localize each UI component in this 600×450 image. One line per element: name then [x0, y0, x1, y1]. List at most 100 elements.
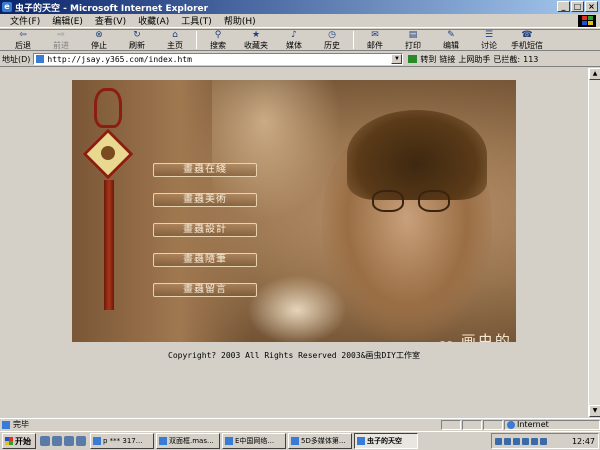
portrait-hair: [347, 110, 487, 200]
scroll-up-button[interactable]: ▲: [589, 68, 600, 80]
tray-icon[interactable]: [513, 437, 520, 445]
stop-icon: ⊗: [95, 29, 103, 40]
popup-blocker-label: 已拦截:: [493, 54, 521, 64]
tray-icon[interactable]: [522, 437, 529, 445]
banner-cloud: [247, 275, 347, 342]
copyright-text: Copyright? 2003 All Rights Reserved 2003…: [168, 351, 420, 360]
title-bar: e 虫子的天空 - Microsoft Internet Explorer _ …: [0, 0, 600, 14]
app-quicklaunch-icon[interactable]: [76, 436, 86, 446]
favorites-button[interactable]: ★ 收藏夹: [237, 30, 275, 51]
address-extras: 转到 链接 上网助手 已拦截: 113: [408, 54, 538, 65]
refresh-button[interactable]: ↻ 刷新: [118, 30, 156, 51]
menu-favorites[interactable]: 收藏(A): [132, 14, 175, 27]
status-cell: [462, 419, 482, 430]
site-title: -- 画虫的天空 --: [440, 332, 512, 342]
knot-tassel: [104, 180, 114, 310]
online-helper-button[interactable]: 上网助手: [458, 54, 490, 65]
vertical-scrollbar[interactable]: ▲ ▼: [588, 68, 600, 417]
app-icon: [225, 437, 233, 445]
status-cell: [483, 419, 503, 430]
minimize-button[interactable]: _: [557, 1, 570, 12]
nav-art[interactable]: 畫蟲美術: [153, 193, 257, 207]
status-bar: 完毕 Internet: [0, 418, 600, 430]
status-text: 完毕: [13, 420, 29, 429]
back-button[interactable]: ⇦ 后退: [4, 30, 42, 51]
zone-label: Internet: [517, 420, 549, 429]
menu-tools[interactable]: 工具(T): [175, 14, 218, 27]
knot-center: [101, 146, 115, 160]
windows-flag-icon: [5, 437, 13, 445]
discuss-button[interactable]: ☰ 讨论: [470, 30, 508, 51]
app-icon: [93, 437, 101, 445]
tray-icon[interactable]: [495, 437, 502, 445]
search-button[interactable]: ⚲ 搜索: [199, 30, 237, 51]
tray-icon[interactable]: [540, 437, 547, 445]
toolbar: ⇦ 后退 ⇨ 前进 ⊗ 停止 ↻ 刷新 ⌂ 主页 ⚲ 搜索 ★ 收藏夹 ♪ 媒体 ◷ 历史 ✉ 邮件…: [0, 29, 600, 51]
nav-essays[interactable]: 畫蟲隨筆: [153, 253, 257, 267]
nav-design[interactable]: 畫蟲設計: [153, 223, 257, 237]
menu-help[interactable]: 帮助(H): [218, 14, 262, 27]
tray-icon[interactable]: [504, 437, 511, 445]
forward-button[interactable]: ⇨ 前进: [42, 30, 80, 51]
taskbar-item[interactable]: 5D多媒体第...: [288, 433, 352, 449]
media-icon: ♪: [291, 29, 297, 40]
ie-icon: [357, 437, 365, 445]
ie-icon: e: [2, 2, 12, 12]
forward-arrow-icon: ⇨: [57, 29, 65, 40]
stop-button[interactable]: ⊗ 停止: [80, 30, 118, 51]
menu-file[interactable]: 文件(F): [4, 14, 46, 27]
address-input[interactable]: http://jsay.y365.com/index.htm ▼: [33, 53, 404, 65]
address-url: http://jsay.y365.com/index.htm: [47, 54, 192, 64]
sms-button[interactable]: ☎ 手机短信: [508, 30, 546, 51]
history-icon: ◷: [328, 29, 336, 40]
scroll-down-button[interactable]: ▼: [589, 405, 600, 417]
favorites-icon: ★: [251, 29, 261, 40]
mail-button[interactable]: ✉ 邮件: [356, 30, 394, 51]
status-cell: [441, 419, 461, 430]
window-title: 虫子的天空 - Microsoft Internet Explorer: [15, 3, 209, 14]
taskbar-item[interactable]: E中国网络...: [222, 433, 286, 449]
go-button[interactable]: 转到: [420, 54, 436, 65]
popup-blocked-count: 113: [523, 54, 539, 64]
nav-guestbook[interactable]: 畫蟲留言: [153, 283, 257, 297]
address-dropdown-button[interactable]: ▼: [391, 54, 403, 64]
taskbar: 开始 p *** 317... 双面框.mas... E中国网络... 5D多媒…: [0, 431, 600, 450]
menu-bar: 文件(F) 编辑(E) 查看(V) 收藏(A) 工具(T) 帮助(H): [0, 14, 600, 28]
tray-icons: [495, 437, 547, 445]
knot-top: [94, 88, 122, 128]
menu-edit[interactable]: 编辑(E): [46, 14, 89, 27]
media-button[interactable]: ♪ 媒体: [275, 30, 313, 51]
print-button[interactable]: ▤ 打印: [394, 30, 432, 51]
address-label: 地址(D): [2, 54, 31, 64]
close-button[interactable]: ×: [585, 1, 598, 12]
page-icon: [36, 55, 45, 63]
maximize-button[interactable]: □: [571, 1, 584, 12]
taskbar-item-active[interactable]: 虫子的天空: [354, 433, 418, 449]
edit-icon: ✎: [447, 29, 455, 40]
tray-icon[interactable]: [531, 437, 538, 445]
taskbar-item[interactable]: 双面框.mas...: [156, 433, 220, 449]
desktop-quicklaunch-icon[interactable]: [64, 436, 74, 446]
home-button[interactable]: ⌂ 主页: [156, 30, 194, 51]
links-button[interactable]: 链接: [439, 54, 455, 65]
ie-quicklaunch-icon[interactable]: [40, 436, 50, 446]
home-icon: ⌂: [172, 29, 178, 40]
security-zone: Internet: [504, 419, 600, 430]
nav-online[interactable]: 畫蟲在綫: [153, 163, 257, 177]
system-tray: 12:47: [491, 433, 599, 449]
history-button[interactable]: ◷ 历史: [313, 30, 351, 51]
refresh-icon: ↻: [133, 29, 141, 40]
address-bar: 地址(D) http://jsay.y365.com/index.htm ▼ 转…: [0, 52, 600, 67]
tool-quicklaunch-icon[interactable]: [52, 436, 62, 446]
edit-button[interactable]: ✎ 编辑: [432, 30, 470, 51]
windows-logo-icon: [578, 15, 596, 27]
menu-view[interactable]: 查看(V): [89, 14, 132, 27]
taskbar-item[interactable]: p *** 317...: [90, 433, 154, 449]
clock[interactable]: 12:47: [572, 437, 595, 446]
toolbar-separator: [353, 31, 354, 49]
toolbar-separator: [196, 31, 197, 49]
done-page-icon: [2, 420, 10, 429]
start-button[interactable]: 开始: [2, 433, 36, 449]
window-controls: _ □ ×: [557, 1, 598, 12]
quick-launch: [40, 436, 86, 446]
